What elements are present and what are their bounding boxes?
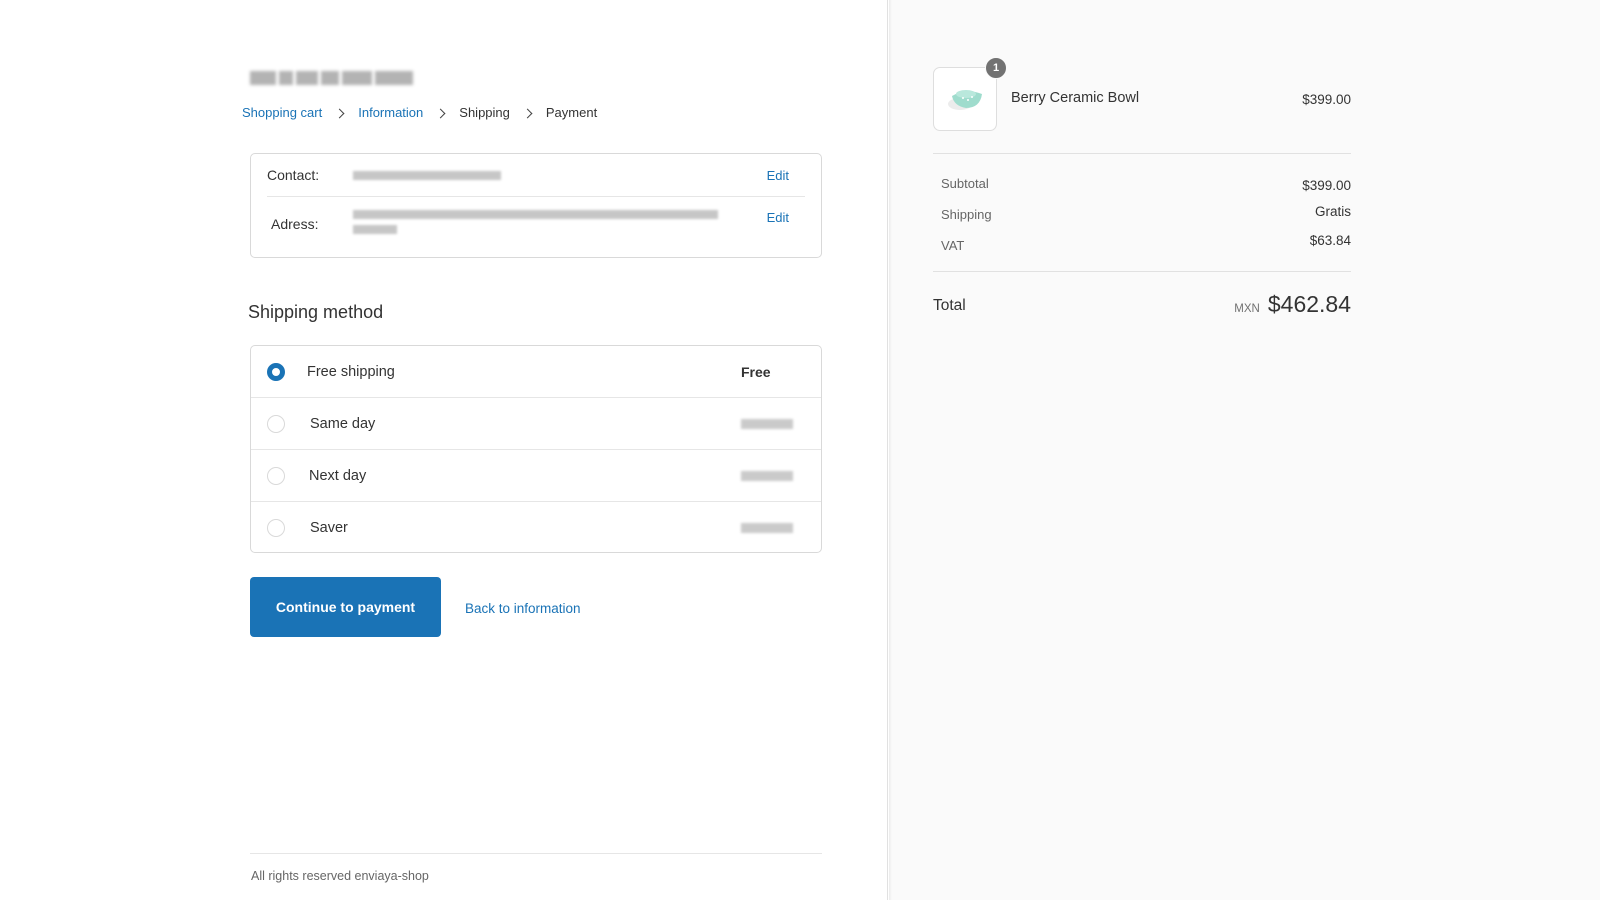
total-label: Total — [933, 297, 966, 315]
edit-address-link[interactable]: Edit — [745, 207, 805, 257]
subtotal-value: $399.00 — [1302, 178, 1351, 193]
store-logo[interactable] — [250, 64, 416, 92]
quantity-badge: 1 — [985, 57, 1007, 79]
shipping-option-next-day[interactable]: Next day — [251, 450, 821, 502]
vat-label: VAT — [941, 238, 964, 253]
chevron-right-icon — [435, 107, 447, 119]
vat-value: $63.84 — [1310, 233, 1351, 253]
chevron-right-icon — [334, 107, 346, 119]
contact-label: Contact: — [267, 167, 353, 183]
shipping-option-price-redacted — [741, 419, 793, 429]
summary-divider — [933, 153, 1351, 154]
footer-divider — [250, 853, 822, 854]
currency-code: MXN — [1234, 303, 1260, 315]
breadcrumb-payment: Payment — [546, 105, 597, 120]
shipping-option-label: Saver — [310, 520, 348, 536]
total-value: MXN $462.84 — [1234, 291, 1351, 318]
shipping-option-label: Same day — [310, 416, 375, 432]
shipping-row: Shipping Gratis — [941, 207, 1351, 222]
order-summary — [889, 0, 1600, 900]
contact-value — [353, 171, 745, 180]
shipping-label: Shipping — [941, 207, 992, 222]
radio-selected[interactable] — [267, 363, 285, 381]
footer-copyright: All rights reserved enviaya-shop — [251, 869, 429, 883]
radio-unselected[interactable] — [267, 415, 285, 433]
address-label: Adress: — [267, 207, 353, 257]
breadcrumb-information[interactable]: Information — [358, 105, 423, 120]
breadcrumb: Shopping cart Information Shipping Payme… — [242, 105, 597, 120]
contact-row: Contact: Edit — [267, 154, 805, 197]
radio-unselected[interactable] — [267, 467, 285, 485]
checkout-main: Shopping cart Information Shipping Payme… — [0, 0, 888, 900]
chevron-right-icon — [522, 107, 534, 119]
shipping-option-price: Free — [741, 364, 771, 380]
shipping-method-title: Shipping method — [248, 302, 383, 323]
breadcrumb-shopping-cart[interactable]: Shopping cart — [242, 105, 322, 120]
subtotal-row: Subtotal $399.00 — [941, 176, 1351, 193]
radio-unselected[interactable] — [267, 519, 285, 537]
edit-contact-link[interactable]: Edit — [745, 168, 805, 183]
product-price: $399.00 — [1302, 92, 1351, 107]
shipping-option-same-day[interactable]: Same day — [251, 398, 821, 450]
review-box: Contact: Edit Adress: Edit — [250, 153, 822, 258]
shipping-option-label: Next day — [309, 468, 366, 484]
back-to-information-link[interactable]: Back to information — [465, 601, 581, 616]
vat-row: VAT $63.84 — [941, 238, 1351, 253]
subtotal-label: Subtotal — [941, 176, 989, 193]
product-name: Berry Ceramic Bowl — [1011, 90, 1139, 106]
breadcrumb-shipping: Shipping — [459, 105, 510, 120]
address-row: Adress: Edit — [267, 197, 805, 257]
shipping-option-saver[interactable]: Saver — [251, 502, 821, 553]
total-amount: $462.84 — [1268, 291, 1351, 318]
product-thumbnail — [933, 67, 997, 131]
shipping-option-free[interactable]: Free shipping Free — [251, 346, 821, 398]
address-value — [353, 207, 745, 257]
shipping-option-label: Free shipping — [307, 364, 395, 380]
shipping-option-price-redacted — [741, 523, 793, 533]
summary-divider — [933, 271, 1351, 272]
shipping-option-price-redacted — [741, 471, 793, 481]
continue-to-payment-button[interactable]: Continue to payment — [250, 577, 441, 637]
shipping-value: Gratis — [1315, 204, 1351, 222]
bowl-icon — [944, 82, 988, 116]
shipping-options: Free shipping Free Same day Next day Sav… — [250, 345, 822, 553]
